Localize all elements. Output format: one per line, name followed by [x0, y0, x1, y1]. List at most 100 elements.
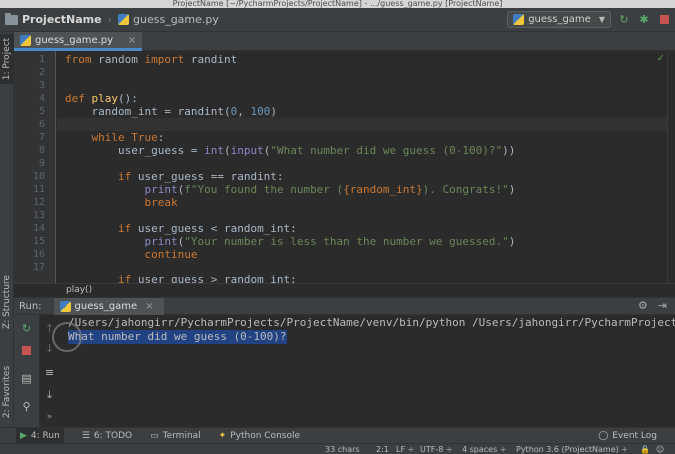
run-tab-guess-game[interactable]: guess_game × [53, 297, 164, 315]
tab-structure-label: Z: Structure [2, 275, 12, 329]
code-line: random_int = randint(0, 100) [65, 105, 277, 118]
tab-project-label: 1: Project [2, 37, 13, 81]
code-line: break [144, 196, 178, 209]
tool-todo-label: 6: TODO [93, 430, 133, 441]
list-icon: ☰ [81, 430, 90, 441]
line-number: 16 [32, 249, 45, 260]
tool-python-console-label: Python Console [230, 430, 301, 441]
status-position[interactable]: 2:1 [376, 444, 389, 454]
run-tab-label: guess_game [74, 300, 138, 312]
line-number: 12 [32, 197, 45, 208]
line-number: 4 [38, 93, 45, 104]
lock-icon[interactable]: 🔒 [640, 444, 650, 454]
tool-python-console[interactable]: ✦ Python Console [219, 428, 300, 444]
dropdown-arrow-icon: ▼ [598, 15, 605, 24]
editor-scrollbar[interactable] [667, 51, 675, 283]
run-toolbar: ↻ ▤ ⚲ [14, 315, 40, 427]
tool-run-label: 4: Run [30, 430, 60, 441]
line-number: 2 [38, 67, 45, 78]
run-panel-header: Run: guess_game × ⚙ ⇥ [14, 297, 675, 315]
close-icon[interactable]: × [145, 301, 153, 312]
code-editor[interactable]: ✓ from random import randint def play():… [57, 51, 667, 283]
tool-todo[interactable]: ☰ 6: TODO [82, 428, 132, 444]
project-name: ProjectName [22, 13, 102, 26]
tool-terminal[interactable]: ▭ Terminal [150, 428, 201, 444]
more-icon[interactable]: » [42, 409, 57, 424]
tool-run[interactable]: ▶ 4: Run [16, 427, 64, 444]
code-line: def play(): [65, 92, 138, 105]
breadcrumb-item[interactable]: play() [66, 284, 92, 297]
python-file-icon [118, 14, 130, 25]
toolbar: guess_game ▼ ↻ ✱ [507, 11, 671, 28]
tab-favorites[interactable]: 2: Favorites [0, 362, 14, 422]
debug-icon[interactable]: ✱ [637, 13, 651, 27]
bottom-tool-window-bar: ▶ 4: Run ☰ 6: TODO ▭ Terminal ✦ Python C… [0, 427, 675, 444]
line-number: 5 [38, 106, 45, 117]
nav-project[interactable]: ProjectName [0, 8, 102, 31]
console-line: /Users/jahongirr/PycharmProjects/Project… [68, 316, 675, 329]
status-encoding[interactable]: UTF-8 ÷ [420, 444, 453, 454]
editor-tab-bar: guess_game.py × [14, 32, 675, 51]
code-line: continue [144, 248, 198, 261]
line-number: 15 [32, 236, 45, 247]
stop-icon[interactable] [657, 13, 671, 27]
tool-event-log-label: Event Log [612, 431, 657, 441]
line-number: 3 [38, 80, 45, 91]
run-config-selector[interactable]: guess_game ▼ [507, 11, 611, 28]
code-line: if user_guess == randint: [117, 170, 284, 183]
run-console[interactable]: /Users/jahongirr/PycharmProjects/Project… [60, 315, 675, 427]
code-line: while True: [91, 131, 165, 144]
code-line: if user_guess > random_int: [117, 273, 297, 283]
line-number: 9 [38, 158, 45, 169]
status-bar: 33 chars 2:1 LF ÷ UTF-8 ÷ 4 spaces ÷ Pyt… [0, 443, 675, 454]
pin-icon[interactable]: ⚲ [19, 399, 34, 414]
line-number: 13 [32, 210, 45, 221]
line-number: 1 [38, 54, 45, 65]
current-line-highlight [57, 118, 667, 131]
status-chars: 33 chars [325, 445, 360, 454]
status-indent[interactable]: 4 spaces ÷ [462, 444, 507, 454]
play-icon: ▶ [20, 430, 27, 441]
run-config-label: guess_game [528, 14, 591, 25]
close-icon[interactable]: × [128, 35, 136, 46]
line-number: 14 [32, 223, 45, 234]
breadcrumb: play() [14, 283, 675, 297]
tab-project[interactable]: 1: Project [0, 34, 14, 84]
left-tool-strip: 1: Project Z: Structure 2: Favorites [0, 32, 14, 427]
terminal-icon: ▭ [150, 430, 159, 441]
line-number: 8 [38, 145, 45, 156]
code-line: print(f"You found the number ({random_in… [144, 183, 516, 196]
line-number-gutter: 1 2 3 4 5 6 7 8 9 10 11 12 13 14 15 16 1… [14, 51, 56, 283]
code-line: if user_guess < random_int: [117, 222, 297, 235]
mouse-cursor-indicator [52, 322, 82, 352]
editor-tab-label: guess_game.py [35, 34, 114, 46]
nav-file[interactable]: guess_game.py [118, 13, 219, 26]
line-number: 17 [32, 262, 45, 273]
python-console-icon: ✦ [218, 430, 227, 441]
event-log-icon: ◯ [598, 431, 609, 441]
rerun-icon[interactable]: ↻ [19, 321, 34, 336]
scroll-to-end-icon[interactable]: ⤓ [42, 387, 57, 402]
hide-panel-icon[interactable]: ⇥ [658, 299, 667, 312]
python-file-icon [59, 300, 71, 312]
status-line-separator[interactable]: LF ÷ [396, 444, 414, 454]
navigation-bar: ProjectName › guess_game.py guess_game ▼… [0, 8, 675, 32]
window-title: ProjectName [~/PycharmProjects/ProjectNa… [0, 0, 675, 8]
status-interpreter[interactable]: Python 3.6 (ProjectName) ÷ [516, 444, 628, 454]
editor-tab-guess-game[interactable]: guess_game.py × [14, 32, 142, 51]
tool-event-log[interactable]: ◯ Event Log [598, 428, 657, 444]
line-number: 7 [38, 132, 45, 143]
code-line: from random import randint [65, 53, 238, 66]
inspector-icon[interactable]: ☺ [656, 444, 664, 454]
line-number: 6 [38, 119, 45, 130]
settings-gear-icon[interactable]: ⚙ [638, 299, 648, 312]
tab-structure[interactable]: Z: Structure [0, 272, 14, 332]
stop-icon[interactable] [19, 343, 34, 358]
folder-icon [5, 12, 18, 25]
python-file-icon [20, 34, 31, 46]
line-number: 10 [32, 171, 45, 182]
restore-layout-icon[interactable]: ▤ [19, 371, 34, 386]
chevron-right-icon: › [107, 13, 113, 26]
soft-wrap-icon[interactable]: ≡ [42, 365, 57, 380]
rerun-icon[interactable]: ↻ [617, 13, 631, 27]
